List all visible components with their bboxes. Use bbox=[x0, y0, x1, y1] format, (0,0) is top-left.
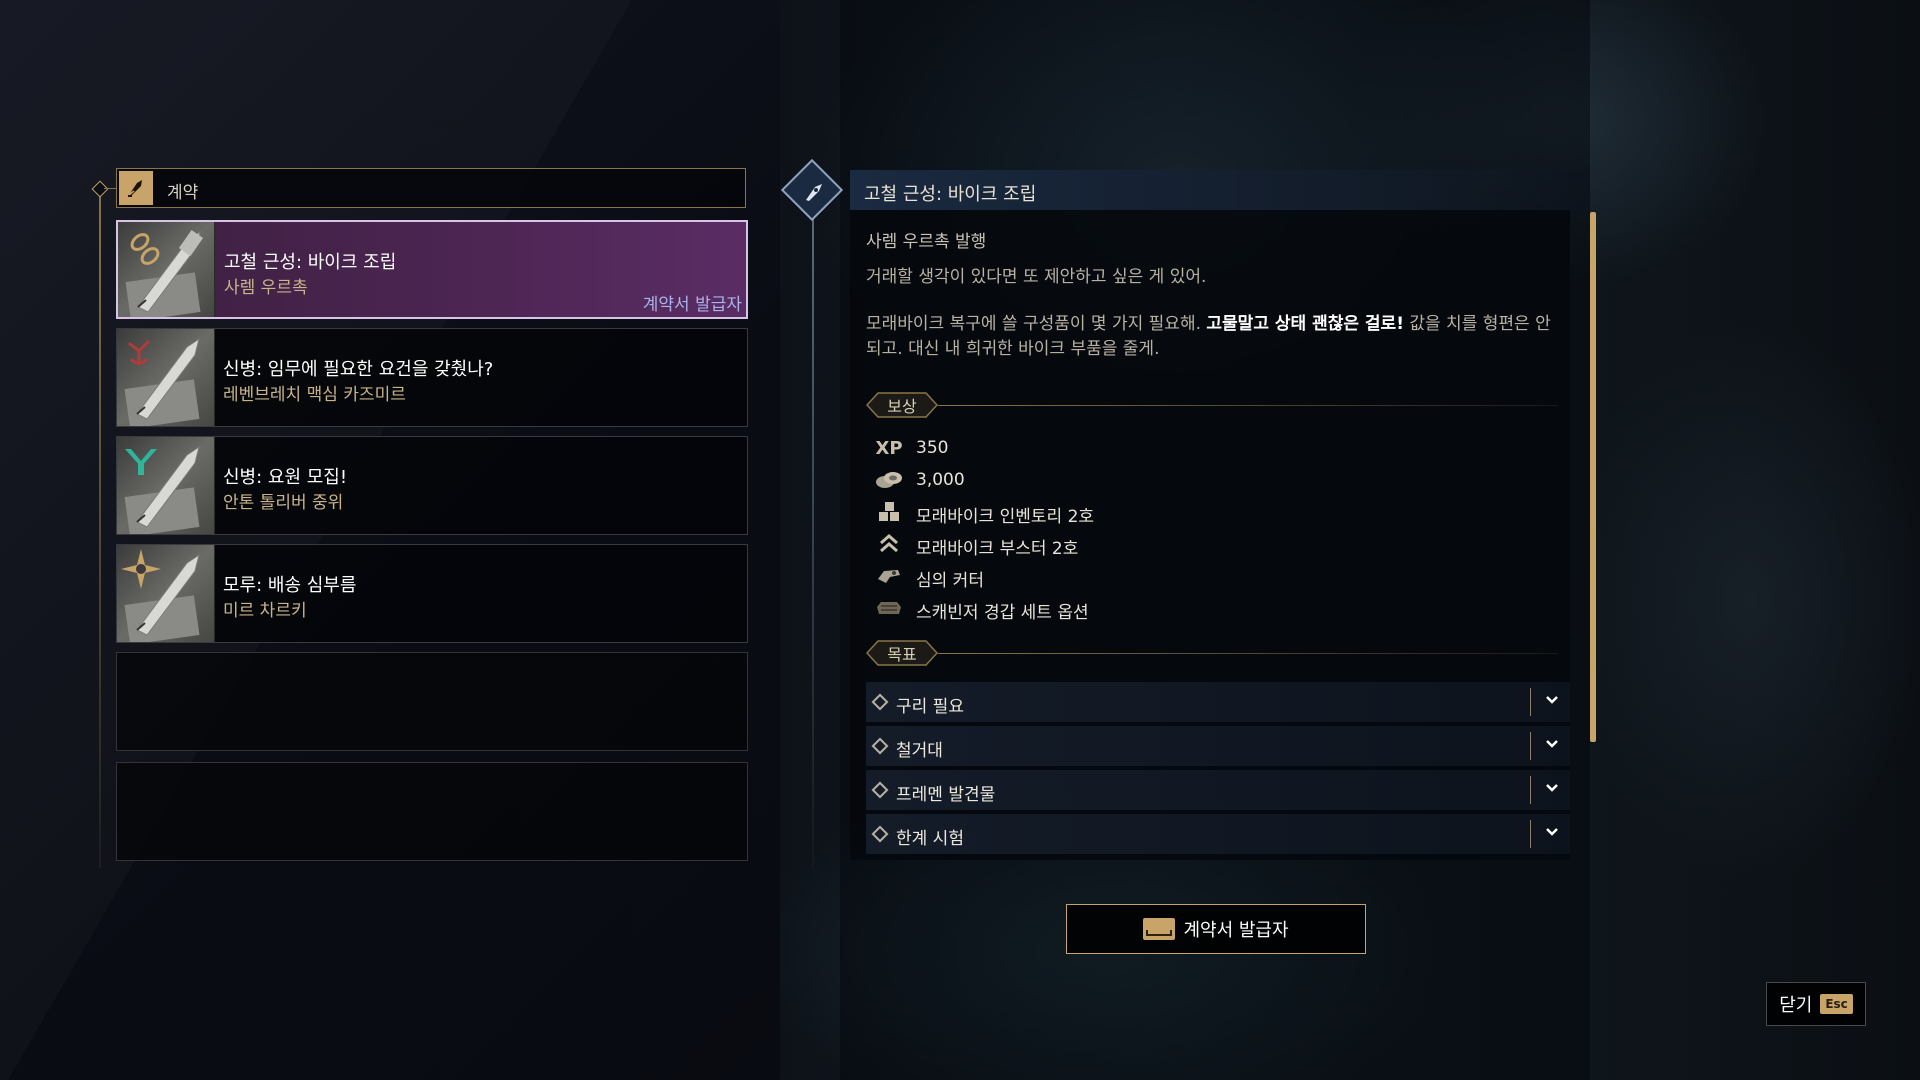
reward-row: 모래바이크 인벤토리 2호 bbox=[872, 499, 1372, 527]
xp-icon: XP bbox=[875, 437, 903, 459]
contract-thumbnail bbox=[117, 437, 215, 534]
green-emblem-quill-icon bbox=[125, 449, 157, 475]
goals-label: 목표 bbox=[887, 645, 917, 664]
chevron-down-icon[interactable] bbox=[1542, 822, 1562, 842]
chevron-down-icon[interactable] bbox=[1542, 734, 1562, 754]
quill-nib-icon bbox=[796, 174, 832, 210]
solari-coins-icon bbox=[872, 467, 906, 493]
goals-section-header: 목표 bbox=[866, 639, 1566, 669]
reward-label: 심의 커터 bbox=[916, 571, 984, 591]
detail-timeline-line bbox=[812, 210, 814, 870]
contract-entry-4[interactable]: 모루: 배송 심부름 미르 차르키 bbox=[116, 544, 748, 643]
goal-label: 프레멘 발견물 bbox=[896, 785, 996, 805]
contract-issuer-button[interactable]: 계약서 발급자 bbox=[1066, 904, 1366, 954]
contract-thumbnail bbox=[117, 545, 215, 642]
chain-quill-icon bbox=[130, 233, 160, 265]
contract-giver: 미르 차르키 bbox=[223, 601, 307, 621]
contract-giver: 사렘 우르촉 bbox=[224, 278, 308, 298]
contract-issuer-button-label: 계약서 발급자 bbox=[1183, 920, 1289, 941]
crates-icon bbox=[872, 499, 906, 525]
reward-row: 3,000 bbox=[872, 467, 1372, 493]
empty-contract-slot bbox=[116, 762, 748, 861]
list-tick bbox=[104, 188, 116, 189]
contract-entry-1[interactable]: 고철 근성: 바이크 조립 사렘 우르촉 계약서 발급자 bbox=[116, 220, 748, 319]
contracts-header: 계약 bbox=[116, 168, 746, 208]
contract-title: 신병: 요원 모집! bbox=[223, 467, 348, 488]
rewards-tag: 보상 bbox=[866, 391, 938, 419]
contract-issuer: 사렘 우르촉 발행 bbox=[866, 232, 987, 252]
contract-detail-title: 고철 근성: 바이크 조립 bbox=[864, 184, 1037, 205]
red-emblem-quill-icon bbox=[128, 339, 151, 365]
cutter-icon bbox=[872, 563, 906, 589]
contract-detail-title-bar: 고철 근성: 바이크 조립 bbox=[850, 170, 1590, 210]
goal-separator bbox=[1530, 776, 1531, 804]
armor-set-icon bbox=[872, 595, 906, 621]
reward-row: 모래바이크 부스터 2호 bbox=[872, 531, 1372, 559]
rewards-divider bbox=[938, 405, 1558, 406]
rewards-label: 보상 bbox=[887, 397, 917, 416]
close-button-label: 닫기 bbox=[1779, 995, 1813, 1016]
goal-label: 구리 필요 bbox=[896, 697, 964, 717]
list-timeline-line bbox=[99, 188, 101, 868]
description-highlight: 고물말고 상태 괜찮은 걸로! bbox=[1206, 314, 1404, 334]
reward-label: 3,000 bbox=[916, 470, 965, 490]
contract-thumbnail bbox=[118, 222, 215, 317]
reward-row: 스캐빈저 경갑 세트 옵션 bbox=[872, 595, 1372, 623]
empty-contract-slot bbox=[116, 652, 748, 751]
objective-diamond-icon bbox=[871, 825, 889, 843]
goal-row[interactable]: 구리 필요 bbox=[866, 682, 1570, 722]
goal-separator bbox=[1530, 732, 1531, 760]
reward-label: 모래바이크 인벤토리 2호 bbox=[916, 507, 1095, 527]
rewards-section-header: 보상 bbox=[866, 391, 1566, 421]
goal-separator bbox=[1530, 820, 1531, 848]
description-text: 모래바이크 복구에 쓸 구성품이 몇 가지 필요해. bbox=[866, 314, 1201, 334]
compass-emblem-quill-icon bbox=[121, 549, 161, 589]
detail-scrollbar[interactable] bbox=[1590, 212, 1596, 742]
contract-thumbnail bbox=[117, 329, 215, 426]
reward-label: 350 bbox=[916, 438, 949, 458]
contract-giver: 레벤브레치 맥심 카즈미르 bbox=[223, 385, 406, 405]
objective-diamond-icon bbox=[871, 737, 889, 755]
contract-title: 신병: 임무에 필요한 요건을 갖췄나? bbox=[223, 359, 494, 380]
reward-row: XP 350 bbox=[872, 435, 1372, 461]
left-panel-diagonal bbox=[0, 0, 780, 1080]
goal-label: 한계 시험 bbox=[896, 829, 964, 849]
goal-separator bbox=[1530, 688, 1531, 716]
contract-entry-2[interactable]: 신병: 임무에 필요한 요건을 갖췄나? 레벤브레치 맥심 카즈미르 bbox=[116, 328, 748, 427]
goals-divider bbox=[938, 653, 1558, 654]
contract-description-line1: 거래할 생각이 있다면 또 제안하고 싶은 게 있어. bbox=[866, 267, 1207, 287]
objective-diamond-icon bbox=[871, 781, 889, 799]
goal-row[interactable]: 프레멘 발견물 bbox=[866, 770, 1570, 810]
contract-giver: 안톤 톨리버 중위 bbox=[223, 493, 344, 513]
contract-entry-3[interactable]: 신병: 요원 모집! 안톤 톨리버 중위 bbox=[116, 436, 748, 535]
keyboard-key-icon bbox=[1143, 918, 1176, 940]
esc-key-badge: Esc bbox=[1820, 994, 1853, 1014]
reward-row: 심의 커터 bbox=[872, 563, 1372, 591]
reward-label: 스캐빈저 경갑 세트 옵션 bbox=[916, 603, 1089, 623]
booster-chevrons-icon bbox=[872, 531, 906, 557]
goal-label: 철거대 bbox=[896, 741, 943, 761]
chevron-down-icon[interactable] bbox=[1542, 778, 1562, 798]
contract-title: 모루: 배송 심부름 bbox=[223, 575, 357, 596]
objective-diamond-icon bbox=[871, 693, 889, 711]
goals-tag: 목표 bbox=[866, 639, 938, 667]
contract-issuer-tag: 계약서 발급자 bbox=[642, 295, 742, 315]
contract-title: 고철 근성: 바이크 조립 bbox=[224, 252, 397, 273]
close-button[interactable]: 닫기 Esc bbox=[1766, 982, 1866, 1026]
chevron-down-icon[interactable] bbox=[1542, 690, 1562, 710]
reward-label: 모래바이크 부스터 2호 bbox=[916, 539, 1079, 559]
contracts-header-label: 계약 bbox=[167, 183, 199, 203]
quill-icon bbox=[119, 171, 153, 205]
goal-row[interactable]: 한계 시험 bbox=[866, 814, 1570, 854]
contract-description-line2: 모래바이크 복구에 쓸 구성품이 몇 가지 필요해. 고물말고 상태 괜찮은 걸… bbox=[866, 312, 1566, 362]
goal-row[interactable]: 철거대 bbox=[866, 726, 1570, 766]
